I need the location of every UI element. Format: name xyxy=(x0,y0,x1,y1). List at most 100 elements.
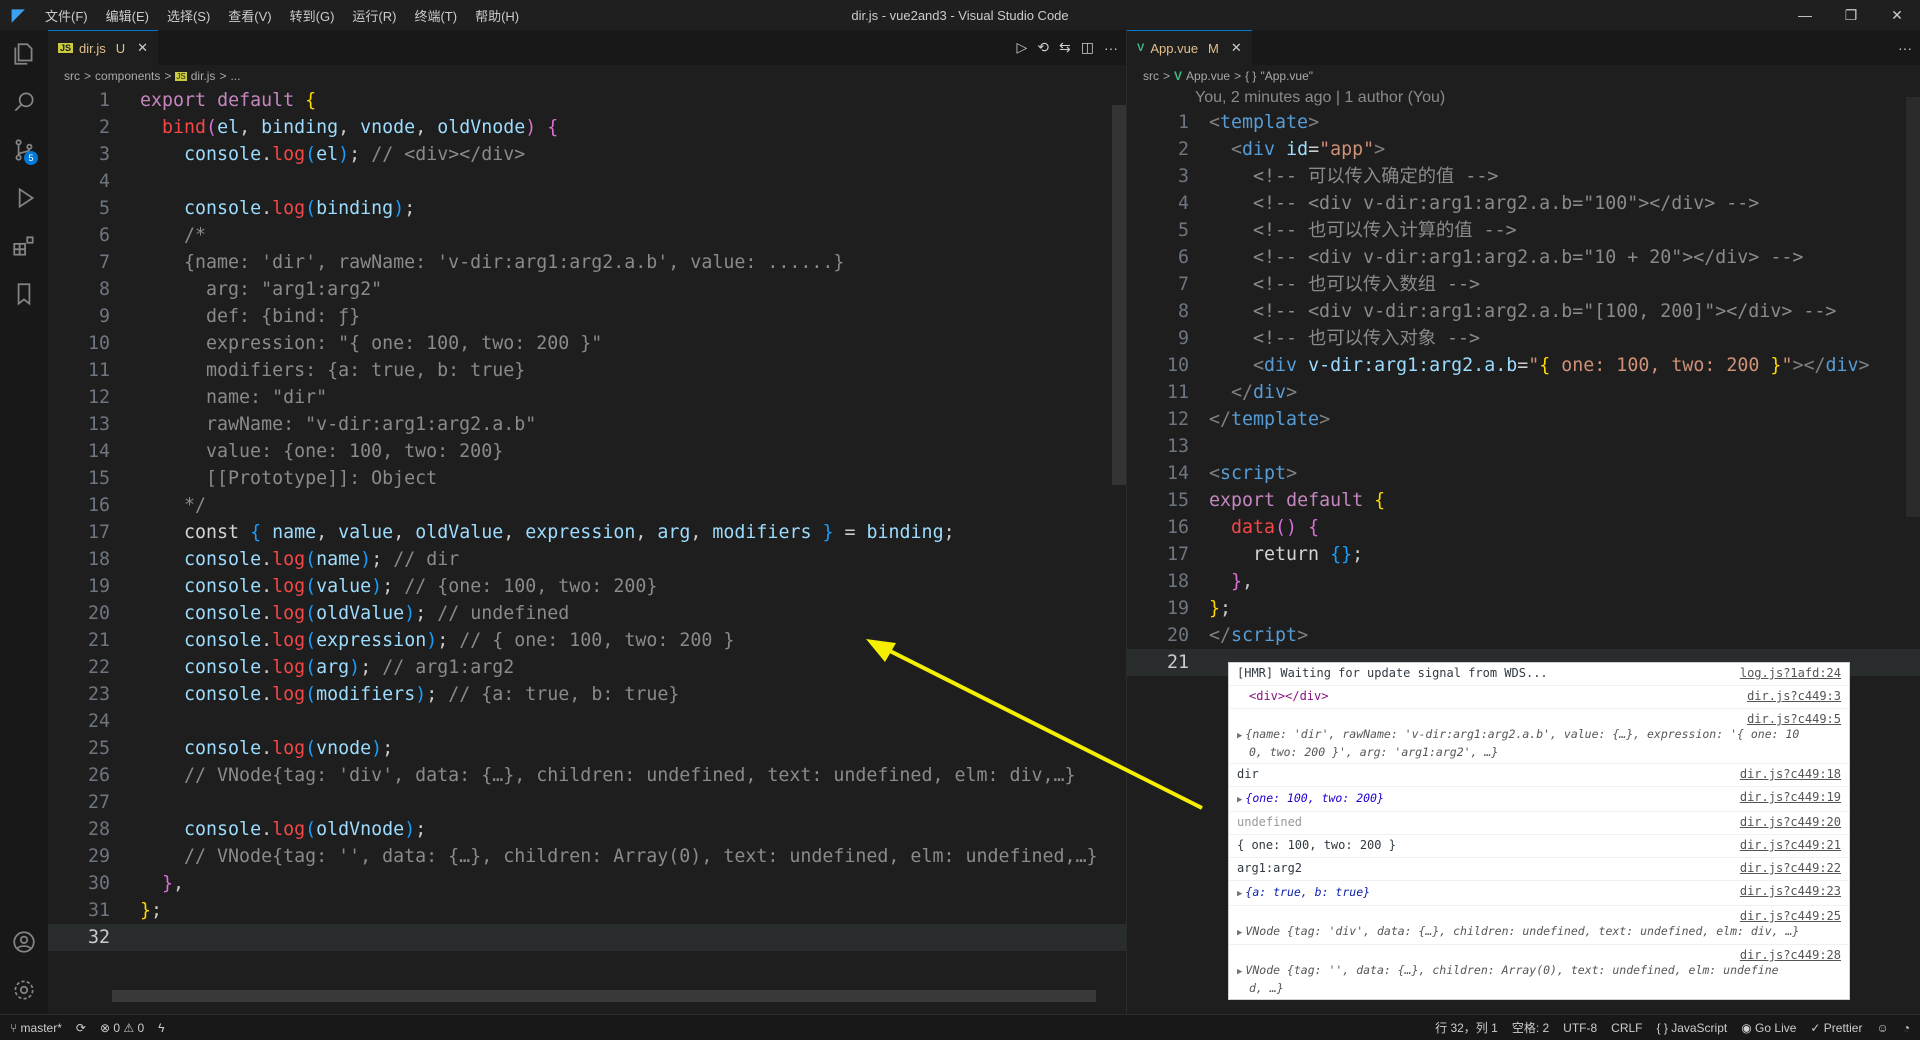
tab-app-vue[interactable]: V App.vue M ✕ xyxy=(1127,30,1252,65)
restore-button[interactable]: ❐ xyxy=(1828,0,1874,30)
compare-icon[interactable]: ⇆ xyxy=(1059,39,1071,56)
git-blame-codelens[interactable]: You, 2 minutes ago | 1 author (You) xyxy=(1127,87,1920,109)
indentation[interactable]: 空格: 2 xyxy=(1512,1019,1549,1036)
console-source-link[interactable]: dir.js?c449:19 xyxy=(1740,790,1841,804)
line-number: 3 xyxy=(98,144,110,165)
breadcrumb-item[interactable]: src xyxy=(1143,69,1159,83)
expand-triangle-icon[interactable]: ▶ xyxy=(1237,889,1242,899)
explorer-icon[interactable] xyxy=(0,30,48,78)
scrollbar-thumb[interactable] xyxy=(1112,105,1126,485)
line-number: 31 xyxy=(87,900,110,921)
more-actions-icon[interactable]: ··· xyxy=(1104,40,1118,56)
vertical-scrollbar[interactable] xyxy=(1906,87,1920,1014)
menu-go[interactable]: 转到(G) xyxy=(281,6,344,25)
menu-run[interactable]: 运行(R) xyxy=(343,6,405,25)
sync-icon[interactable]: ⟳ xyxy=(76,1021,86,1035)
breadcrumb-separator: > xyxy=(1234,69,1242,83)
encoding[interactable]: UTF-8 xyxy=(1563,1021,1597,1035)
tab-close-icon[interactable]: ✕ xyxy=(1231,40,1242,56)
editor-actions: ▷ ⟲ ⇆ ◫ ··· xyxy=(1017,30,1118,65)
tab-label: dir.js xyxy=(79,40,106,56)
cursor-position[interactable]: 行 32，列 1 xyxy=(1435,1019,1498,1036)
tab-close-icon[interactable]: ✕ xyxy=(137,40,148,56)
notifications-bell-icon[interactable]: ◔ xyxy=(1903,1021,1910,1035)
console-source-link[interactable]: dir.js?c449:23 xyxy=(1740,884,1841,898)
menu-edit[interactable]: 编辑(E) xyxy=(97,6,158,25)
breadcrumb-separator: > xyxy=(219,69,227,83)
git-branch-indicator[interactable]: ⑂ master* xyxy=(10,1021,62,1035)
language-mode[interactable]: { } JavaScript xyxy=(1657,1021,1728,1035)
console-object[interactable]: ▶ VNode {tag: 'div', data: {…}, children:… xyxy=(1237,923,1841,941)
line-number: 24 xyxy=(87,711,110,732)
breadcrumb-item[interactable]: "App.vue" xyxy=(1260,69,1313,83)
expand-triangle-icon[interactable]: ▶ xyxy=(1237,928,1242,938)
console-source-link[interactable]: dir.js?c449:20 xyxy=(1740,815,1841,829)
tab-dir-js[interactable]: JS dir.js U ✕ xyxy=(48,30,159,65)
console-source-link[interactable]: dir.js?c449:28 xyxy=(1237,948,1841,962)
vertical-scrollbar[interactable] xyxy=(1112,87,1126,1014)
line-number: 1 xyxy=(1177,112,1189,133)
breadcrumb-item[interactable]: src xyxy=(64,69,80,83)
extensions-icon[interactable] xyxy=(0,222,48,270)
settings-gear-icon[interactable] xyxy=(0,966,48,1014)
scrollbar-thumb[interactable] xyxy=(1906,97,1920,517)
run-debug-icon[interactable] xyxy=(0,174,48,222)
menu-help[interactable]: 帮助(H) xyxy=(466,6,528,25)
console-source-link[interactable]: dir.js?c449:3 xyxy=(1747,689,1841,703)
console-row: ▶ {a: true, b: true} dir.js?c449:23 xyxy=(1229,881,1849,906)
line-number: 10 xyxy=(1166,355,1189,376)
expand-triangle-icon[interactable]: ▶ xyxy=(1237,731,1242,741)
console-source-link[interactable]: dir.js?c449:21 xyxy=(1740,838,1841,852)
line-number: 26 xyxy=(87,765,110,786)
horizontal-scrollbar[interactable] xyxy=(112,990,1096,1002)
breadcrumb-separator: > xyxy=(164,69,172,83)
line-number: 16 xyxy=(87,495,110,516)
split-editor-icon[interactable]: ◫ xyxy=(1081,39,1094,56)
expand-triangle-icon[interactable]: ▶ xyxy=(1237,795,1242,805)
console-source-link[interactable]: dir.js?c449:22 xyxy=(1740,861,1841,875)
go-live-button[interactable]: ◉ Go Live xyxy=(1741,1021,1796,1035)
account-icon[interactable] xyxy=(0,918,48,966)
console-source-link[interactable]: dir.js?c449:25 xyxy=(1237,909,1841,923)
braces-icon: { } xyxy=(1245,69,1257,83)
menu-selection[interactable]: 选择(S) xyxy=(158,6,219,25)
source-control-icon[interactable]: 5 xyxy=(0,126,48,174)
line-number: 14 xyxy=(87,441,110,462)
prettier-status[interactable]: ✓ Prettier xyxy=(1810,1021,1862,1035)
code-editor-dir-js[interactable]: 1 export default { 2 bind(el, binding, vn… xyxy=(48,87,1126,1014)
minimize-button[interactable]: — xyxy=(1782,0,1828,30)
line-number: 8 xyxy=(1177,301,1189,322)
console-object[interactable]: ▶ {name: 'dir', rawName: 'v-dir:arg1:arg2… xyxy=(1237,726,1841,744)
console-source-link[interactable]: dir.js?c449:5 xyxy=(1237,712,1841,726)
line-number: 22 xyxy=(87,657,110,678)
run-file-icon[interactable]: ▷ xyxy=(1017,39,1028,56)
line-number: 23 xyxy=(87,684,110,705)
menu-view[interactable]: 查看(V) xyxy=(219,6,280,25)
breadcrumb-separator: > xyxy=(84,69,92,83)
line-number: 12 xyxy=(87,387,110,408)
menu-terminal[interactable]: 终端(T) xyxy=(405,6,466,25)
lightning-icon[interactable]: ϟ xyxy=(158,1021,164,1035)
line-number: 2 xyxy=(1177,139,1189,160)
line-number: 21 xyxy=(1166,652,1189,673)
breadcrumb-item[interactable]: dir.js xyxy=(191,69,216,83)
search-icon[interactable] xyxy=(0,78,48,126)
console-source-link[interactable]: log.js?1afd:24 xyxy=(1740,666,1841,680)
status-bar: ⑂ master* ⟳ ⊗ 0 ⚠ 0 ϟ 行 32，列 1 空格: 2 UTF… xyxy=(0,1014,1920,1040)
breadcrumb-item[interactable]: App.vue xyxy=(1186,69,1230,83)
console-source-link[interactable]: dir.js?c449:18 xyxy=(1740,767,1841,781)
problems-indicator[interactable]: ⊗ 0 ⚠ 0 xyxy=(100,1021,144,1035)
breadcrumb-item[interactable]: ... xyxy=(230,69,240,83)
breadcrumb-item[interactable]: components xyxy=(95,69,160,83)
line-number: 11 xyxy=(1166,382,1189,403)
menu-file[interactable]: 文件(F) xyxy=(36,6,97,25)
bookmark-icon[interactable] xyxy=(0,270,48,318)
more-actions-icon[interactable]: ··· xyxy=(1898,40,1912,56)
end-of-line[interactable]: CRLF xyxy=(1611,1021,1642,1035)
feedback-icon[interactable]: ☺ xyxy=(1876,1021,1888,1035)
console-object[interactable]: ▶ VNode {tag: '', data: {…}, children: Ar… xyxy=(1237,962,1841,980)
close-window-button[interactable]: ✕ xyxy=(1874,0,1920,30)
console-row: { one: 100, two: 200 } dir.js?c449:21 xyxy=(1229,835,1849,858)
expand-triangle-icon[interactable]: ▶ xyxy=(1237,967,1242,977)
timeline-icon[interactable]: ⟲ xyxy=(1037,39,1049,56)
